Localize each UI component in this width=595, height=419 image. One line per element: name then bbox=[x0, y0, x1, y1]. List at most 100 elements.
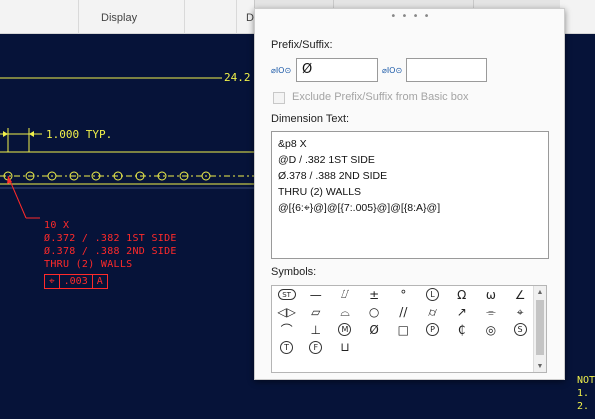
dimension-text-line: @[{6:⌖}@]@[{7:.005}@]@[{8:A}@] bbox=[278, 202, 441, 214]
statistical-tolerance-icon[interactable]: ST bbox=[272, 286, 301, 304]
arrowhead bbox=[3, 131, 8, 137]
position-glyph: ⌖ bbox=[516, 304, 524, 319]
panel-tab[interactable] bbox=[473, 0, 474, 8]
dimension-text-area[interactable]: &p8 X @D / .382 1ST SIDE Ø.378 / .388 2N… bbox=[271, 131, 549, 259]
projected-zone-glyph: P bbox=[426, 323, 440, 337]
tangent-plane-icon[interactable]: T bbox=[272, 339, 301, 357]
circularity-glyph: ○ bbox=[368, 305, 380, 320]
panel-tab-strip bbox=[254, 0, 560, 8]
position-icon: ⌖ bbox=[45, 275, 60, 288]
dimension-text-line: THRU (2) WALLS bbox=[278, 186, 362, 198]
ohm-icon[interactable]: Ω bbox=[447, 286, 476, 304]
profile-surface-icon[interactable]: ⌓ bbox=[330, 304, 359, 322]
between-arrow-icon[interactable]: ◁▷ bbox=[272, 304, 301, 322]
scroll-thumb[interactable] bbox=[536, 300, 544, 355]
lmc-icon[interactable]: L bbox=[418, 286, 447, 304]
free-state-icon[interactable]: F bbox=[301, 339, 330, 357]
diameter-icon[interactable]: Ø bbox=[360, 321, 389, 339]
ribbon-group-display-label: Display bbox=[101, 12, 138, 24]
straightness-glyph: — bbox=[309, 287, 322, 302]
circular-runout-icon[interactable]: ↗ bbox=[447, 304, 476, 322]
scroll-down-icon[interactable]: ▼ bbox=[534, 361, 546, 372]
feature-control-frame[interactable]: ⌖ .003 A bbox=[44, 274, 108, 289]
mmc-glyph: M bbox=[338, 323, 352, 337]
total-runout-icon[interactable]: ⌰ bbox=[330, 286, 359, 304]
square-glyph: □ bbox=[397, 322, 410, 337]
centerline-glyph: ₵ bbox=[457, 322, 466, 337]
concentricity-glyph: ◎ bbox=[485, 322, 497, 337]
ribbon-group-divider bbox=[184, 0, 185, 34]
profile-line-glyph: ⌒ bbox=[280, 323, 293, 338]
symbols-palette: ST — ⌰ ± ° L Ωω ∠ ◁▷ ▱ ⌓ ○//⌭ ↗ ⌯ ⌖ ⌒ ⊥ M Ø □ P ₵ ◎ S T F ⊔ ▲ ▼ bbox=[271, 285, 547, 373]
ohm-glyph: Ω bbox=[457, 287, 467, 302]
callout-line-3[interactable]: Ø.378 / .388 2ND SIDE bbox=[44, 246, 177, 257]
straightness-icon[interactable]: — bbox=[301, 286, 330, 304]
omega-icon[interactable]: ω bbox=[476, 286, 505, 304]
note-label: NOT bbox=[577, 375, 595, 386]
angularity-icon[interactable]: ∠ bbox=[506, 286, 535, 304]
plus-minus-glyph: ± bbox=[369, 287, 380, 302]
symmetry-glyph: ⌯ bbox=[486, 304, 496, 319]
dimension-text-line: @D / .382 1ST SIDE bbox=[278, 154, 375, 166]
note-item-1: 1. bbox=[577, 388, 590, 399]
rfs-icon[interactable]: S bbox=[506, 321, 535, 339]
degree-icon[interactable]: ° bbox=[389, 286, 418, 304]
mmc-icon[interactable]: M bbox=[330, 321, 359, 339]
counterbore-icon[interactable]: ⊔ bbox=[330, 339, 359, 357]
prefix-symbol-icon[interactable]: ⌀IO⊙ bbox=[271, 66, 291, 75]
prefix-input[interactable]: Ø bbox=[296, 58, 378, 82]
circularity-icon[interactable]: ○ bbox=[360, 304, 389, 322]
profile-surface-glyph: ⌓ bbox=[340, 304, 350, 319]
free-state-glyph: F bbox=[309, 340, 323, 354]
circular-runout-glyph: ↗ bbox=[456, 305, 467, 320]
flatness-glyph: ▱ bbox=[311, 305, 321, 320]
symbols-scrollbar[interactable]: ▲ ▼ bbox=[533, 286, 546, 372]
symmetry-icon[interactable]: ⌯ bbox=[476, 304, 505, 322]
callout-line-4[interactable]: THRU (2) WALLS bbox=[44, 259, 133, 270]
dimension-value-top[interactable]: 24.2 bbox=[224, 71, 251, 84]
parallelism-glyph: // bbox=[399, 305, 408, 320]
callout-line-2[interactable]: Ø.372 / .382 1ST SIDE bbox=[44, 233, 177, 244]
centerline-icon[interactable]: ₵ bbox=[447, 321, 476, 339]
scroll-up-icon[interactable]: ▲ bbox=[534, 287, 546, 299]
parallelism-icon[interactable]: // bbox=[389, 304, 418, 322]
exclude-prefix-suffix-checkbox[interactable] bbox=[273, 92, 285, 104]
arrowhead bbox=[29, 131, 34, 137]
suffix-symbol-icon[interactable]: ⌀IO⊙ bbox=[382, 66, 402, 75]
exclude-prefix-suffix-label: Exclude Prefix/Suffix from Basic box bbox=[292, 91, 469, 103]
total-runout-glyph: ⌰ bbox=[341, 287, 349, 302]
square-icon[interactable]: □ bbox=[389, 321, 418, 339]
ribbon-group-divider bbox=[236, 0, 237, 34]
position-icon[interactable]: ⌖ bbox=[506, 304, 535, 322]
dimension-text-line: Ø.378 / .388 2ND SIDE bbox=[278, 170, 388, 182]
dimension-text-label: Dimension Text: bbox=[271, 113, 350, 125]
dimension-text-panel: • • • • Prefix/Suffix: ⌀IO⊙ Ø ⌀IO⊙ Exclu… bbox=[254, 8, 565, 380]
cylindricity-icon[interactable]: ⌭ bbox=[418, 304, 447, 322]
concentricity-icon[interactable]: ◎ bbox=[476, 321, 505, 339]
tangent-plane-glyph: T bbox=[280, 340, 294, 354]
suffix-input[interactable] bbox=[406, 58, 487, 82]
ribbon-group-divider bbox=[78, 0, 79, 34]
statistical-tolerance-glyph: ST bbox=[277, 289, 296, 301]
lmc-glyph: L bbox=[426, 288, 440, 302]
projected-zone-icon[interactable]: P bbox=[418, 321, 447, 339]
prefix-suffix-label: Prefix/Suffix: bbox=[271, 39, 333, 51]
ribbon-group-partial-label: D bbox=[246, 12, 254, 24]
perpendicularity-icon[interactable]: ⊥ bbox=[301, 321, 330, 339]
flatness-icon[interactable]: ▱ bbox=[301, 304, 330, 322]
callout-line-1[interactable]: 10 X bbox=[44, 220, 69, 231]
counterbore-glyph: ⊔ bbox=[340, 340, 350, 355]
fcf-datum: A bbox=[96, 276, 103, 287]
dimension-text-line: &p8 X bbox=[278, 138, 307, 150]
symbols-grid: ST — ⌰ ± ° L Ωω ∠ ◁▷ ▱ ⌓ ○//⌭ ↗ ⌯ ⌖ ⌒ ⊥ M Ø □ P ₵ ◎ S T F ⊔ bbox=[272, 286, 535, 356]
cylindricity-glyph: ⌭ bbox=[428, 304, 437, 319]
angularity-glyph: ∠ bbox=[514, 287, 526, 302]
profile-line-icon[interactable]: ⌒ bbox=[272, 321, 301, 339]
panel-drag-handle[interactable]: • • • • bbox=[255, 11, 566, 22]
dimension-value-typ[interactable]: 1.000 TYP. bbox=[46, 128, 112, 141]
note-item-2: 2. bbox=[577, 401, 590, 412]
symbols-label: Symbols: bbox=[271, 266, 317, 278]
perpendicularity-glyph: ⊥ bbox=[310, 322, 321, 337]
plus-minus-icon[interactable]: ± bbox=[360, 286, 389, 304]
panel-tab[interactable] bbox=[333, 0, 334, 8]
